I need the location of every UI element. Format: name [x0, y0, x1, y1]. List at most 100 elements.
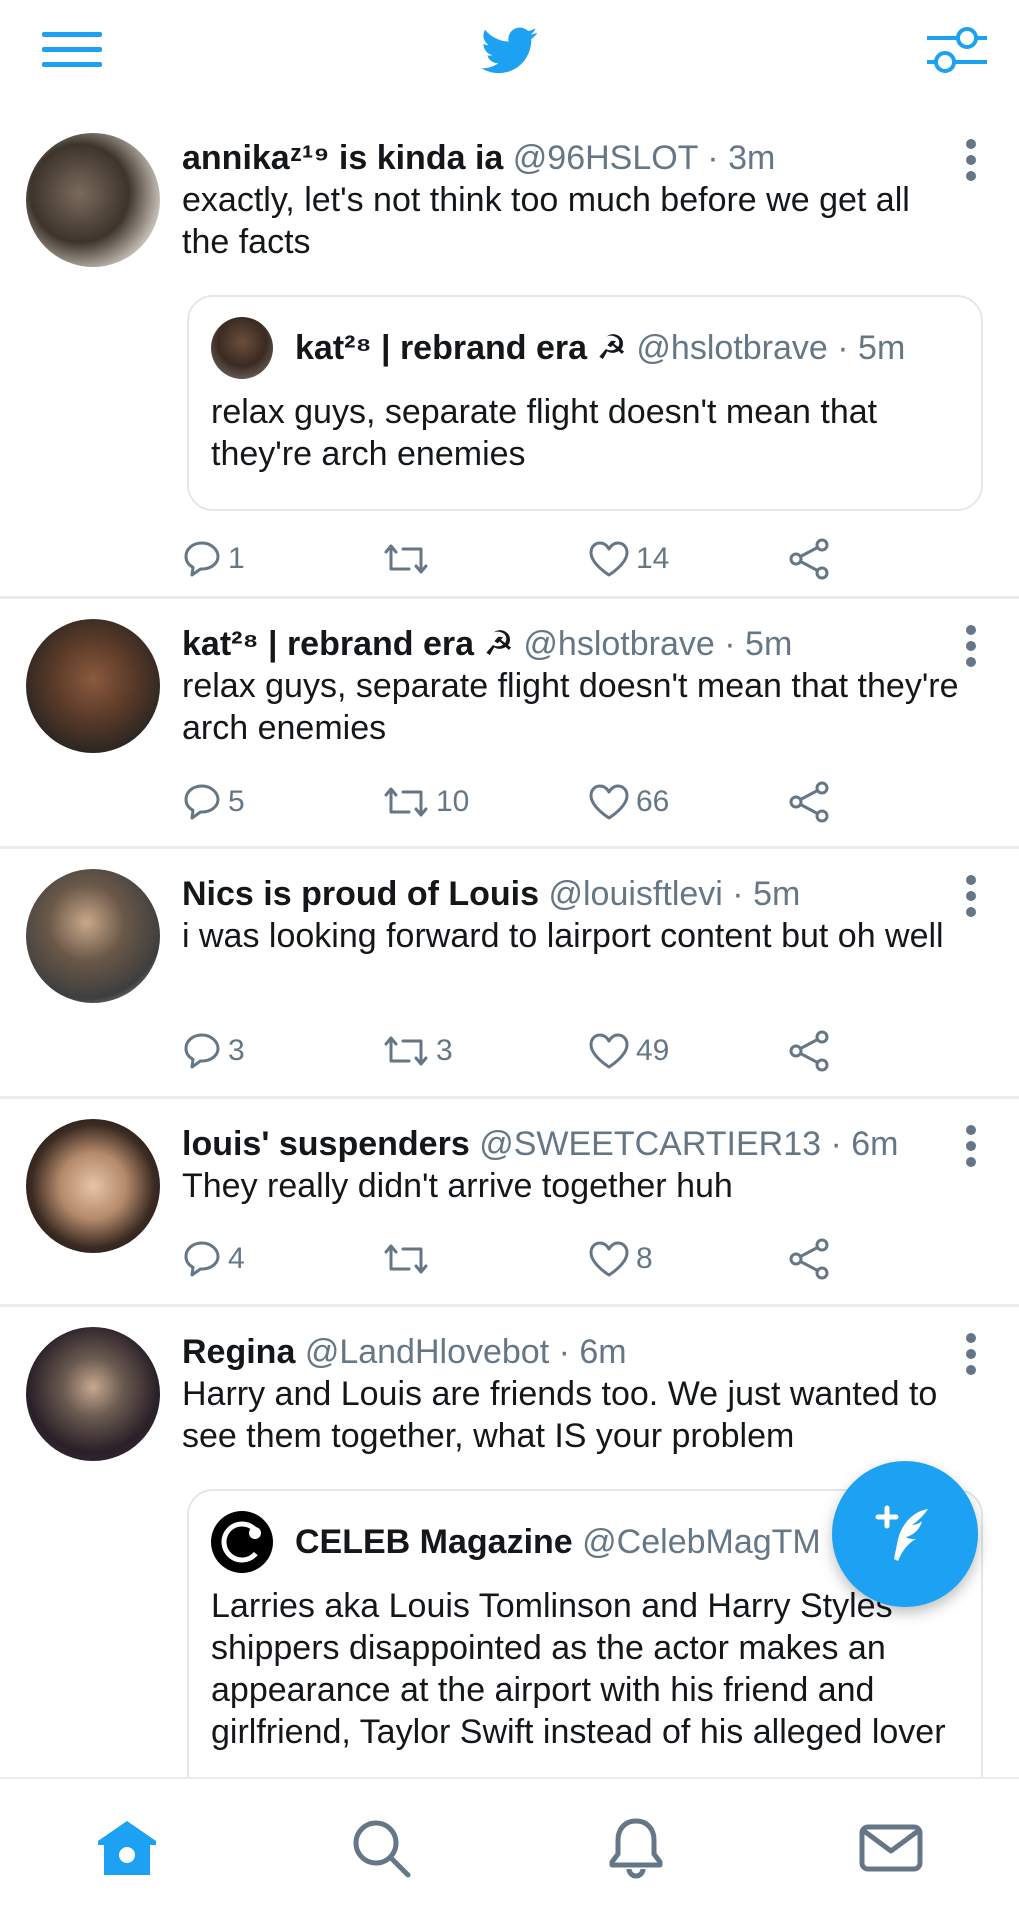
display-name: kat²⁸ | rebrand era ☭ — [295, 329, 627, 367]
avatar[interactable] — [26, 1119, 160, 1253]
reply-button[interactable]: 5 — [182, 778, 245, 826]
share-button[interactable] — [788, 1235, 832, 1283]
reply-icon — [184, 784, 220, 820]
quoted-tweet-header: kat²⁸ | rebrand era ☭ @hslotbrave · 5m — [295, 327, 961, 369]
like-button[interactable]: 66 — [588, 778, 669, 826]
compose-tweet-button[interactable] — [832, 1461, 978, 1607]
user-handle[interactable]: @LandHlovebot — [305, 1333, 549, 1371]
share-icon — [789, 1030, 829, 1072]
tweet-actions: 1 14 — [182, 535, 882, 583]
retweet-button[interactable] — [382, 535, 436, 583]
share-icon — [789, 538, 829, 580]
tweet-header: kat²⁸ | rebrand era ☭ @hslotbrave · 5m — [182, 623, 961, 665]
reply-button[interactable]: 3 — [182, 1027, 245, 1075]
timestamp: 3m — [728, 139, 776, 177]
separator: · — [724, 625, 736, 663]
notifications-icon[interactable] — [601, 1813, 671, 1883]
timestamp: 5m — [858, 329, 906, 367]
retweet-button[interactable]: 3 — [382, 1027, 453, 1075]
logo-icon — [221, 1521, 263, 1563]
more-options-icon[interactable] — [963, 1332, 979, 1376]
more-options-icon[interactable] — [963, 138, 979, 182]
display-name[interactable]: Nics is proud of Louis — [182, 875, 539, 913]
quoted-tweet-text: Larries aka Louis Tomlinson and Harry St… — [211, 1587, 946, 1751]
tweet-header: annikaᶻ¹⁹ is kinda ia @96HSLOT · 3m — [182, 137, 961, 179]
twitter-bird-icon[interactable] — [479, 22, 541, 78]
share-button[interactable] — [788, 778, 832, 826]
tweet[interactable]: annikaᶻ¹⁹ is kinda ia @96HSLOT · 3m exac… — [0, 105, 1019, 599]
like-count: 14 — [636, 542, 670, 575]
tweet[interactable]: kat²⁸ | rebrand era ☭ @hslotbrave · 5m r… — [0, 599, 1019, 849]
tweet-text: i was looking forward to lairport conten… — [182, 917, 944, 955]
heart-icon — [589, 784, 629, 820]
retweet-count: 3 — [436, 1034, 453, 1067]
heart-icon — [589, 1241, 629, 1277]
separator: · — [837, 329, 849, 367]
avatar[interactable] — [26, 619, 160, 753]
avatar[interactable] — [26, 869, 160, 1003]
share-icon — [789, 781, 829, 823]
timestamp: 5m — [753, 875, 801, 913]
tweet-actions: 4 8 — [182, 1235, 882, 1283]
timestamp: 6m — [851, 1125, 899, 1163]
separator: · — [707, 139, 719, 177]
user-handle[interactable]: @hslotbrave — [523, 625, 714, 663]
tweet-text: Harry and Louis are friends too. We just… — [182, 1375, 938, 1455]
celeb-magazine-logo — [211, 1511, 273, 1573]
heart-icon — [589, 1033, 629, 1069]
retweet-count: 10 — [436, 785, 470, 818]
like-button[interactable]: 14 — [588, 535, 669, 583]
retweet-icon — [384, 1036, 428, 1066]
display-name[interactable]: kat²⁸ | rebrand era ☭ — [182, 625, 514, 663]
display-name: CELEB Magazine — [295, 1523, 573, 1561]
more-options-icon[interactable] — [963, 874, 979, 918]
tweet-text: relax guys, separate flight doesn't mean… — [182, 667, 959, 747]
display-name[interactable]: Regina — [182, 1333, 295, 1371]
display-name[interactable]: annikaᶻ¹⁹ is kinda ia — [182, 139, 503, 177]
messages-icon[interactable] — [856, 1813, 926, 1883]
tweet-text: They really didn't arrive together huh — [182, 1167, 733, 1205]
tweet-actions: 3 3 49 — [182, 1027, 882, 1075]
separator: · — [732, 875, 744, 913]
like-button[interactable]: 49 — [588, 1027, 669, 1075]
retweet-button[interactable] — [382, 1235, 436, 1283]
reply-count: 3 — [228, 1034, 245, 1067]
avatar[interactable] — [26, 133, 160, 267]
separator: · — [558, 1333, 570, 1371]
reply-count: 1 — [228, 542, 245, 575]
tweet-header: Regina @LandHlovebot · 6m — [182, 1331, 961, 1373]
quoted-tweet[interactable]: kat²⁸ | rebrand era ☭ @hslotbrave · 5m r… — [187, 295, 983, 511]
compose-feather-icon — [875, 1505, 928, 1561]
share-button[interactable] — [788, 1027, 832, 1075]
retweet-icon — [384, 1244, 428, 1274]
more-options-icon[interactable] — [963, 624, 979, 668]
user-handle: @hslotbrave — [636, 329, 828, 367]
reply-icon — [184, 541, 220, 577]
bottom-navigation — [0, 1777, 1019, 1920]
tweet[interactable]: louis' suspenders @SWEETCARTIER13 · 6m T… — [0, 1099, 1019, 1307]
user-handle[interactable]: @louisftlevi — [548, 875, 722, 913]
separator: · — [830, 1125, 842, 1163]
search-icon[interactable] — [346, 1813, 416, 1883]
like-button[interactable]: 8 — [588, 1235, 653, 1283]
share-button[interactable] — [788, 535, 832, 583]
display-name[interactable]: louis' suspenders — [182, 1125, 470, 1163]
reply-button[interactable]: 4 — [182, 1235, 245, 1283]
sliders-icon[interactable] — [925, 22, 987, 78]
timestamp: 6m — [579, 1333, 627, 1371]
reply-icon — [184, 1241, 220, 1277]
user-handle[interactable]: @SWEETCARTIER13 — [479, 1125, 821, 1163]
avatar[interactable] — [26, 1327, 160, 1461]
user-handle[interactable]: @96HSLOT — [513, 139, 698, 177]
tweet[interactable]: Nics is proud of Louis @louisftlevi · 5m… — [0, 849, 1019, 1099]
top-bar — [0, 0, 1019, 105]
reply-count: 4 — [228, 1242, 245, 1275]
hamburger-menu-icon[interactable] — [40, 28, 104, 72]
home-icon[interactable] — [92, 1813, 162, 1883]
user-handle: @CelebMagTM — [582, 1523, 821, 1561]
more-options-icon[interactable] — [963, 1124, 979, 1168]
timestamp: 5m — [745, 625, 793, 663]
retweet-button[interactable]: 10 — [382, 778, 469, 826]
share-icon — [789, 1238, 829, 1280]
reply-button[interactable]: 1 — [182, 535, 245, 583]
